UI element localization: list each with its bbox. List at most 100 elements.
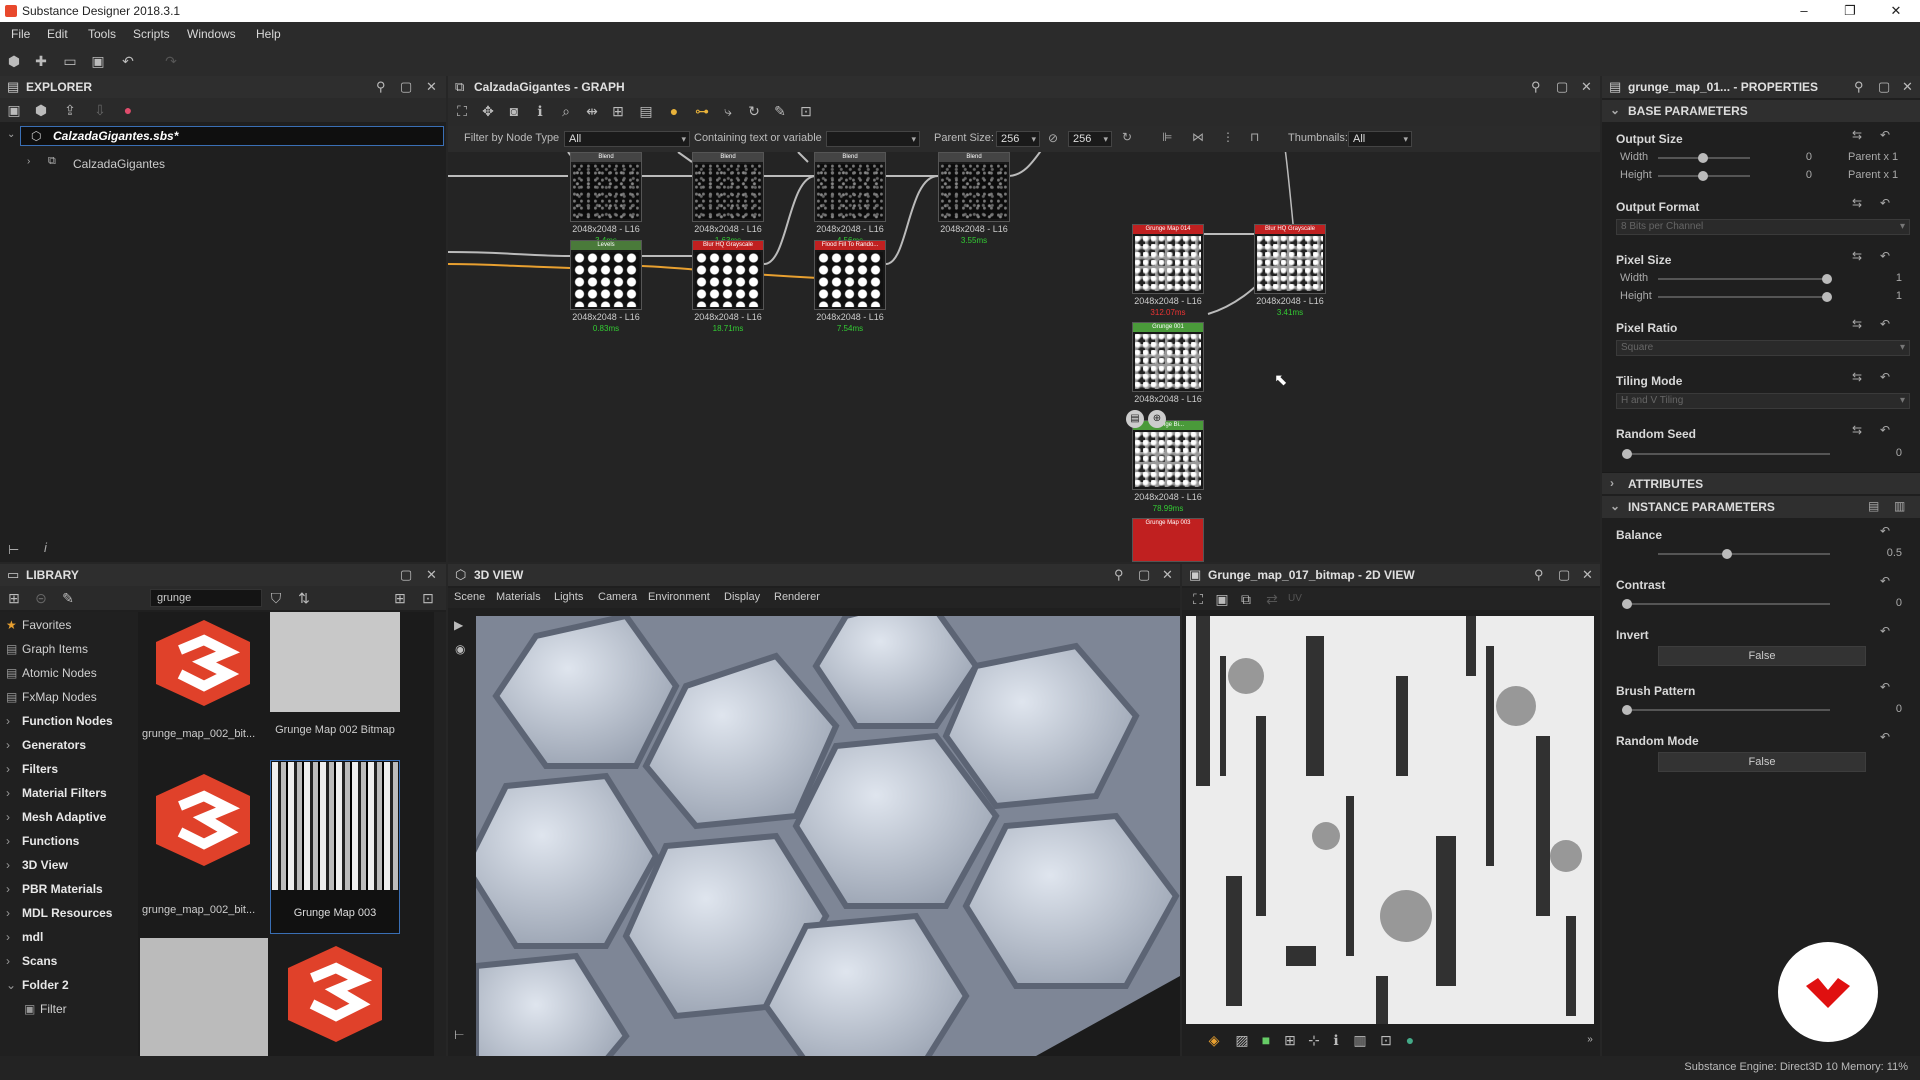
library-tree-item[interactable]: ▣ Filter bbox=[24, 1002, 67, 1016]
graph-node[interactable]: Blur HQ Grayscale bbox=[1254, 224, 1326, 294]
output-height-slider[interactable] bbox=[1658, 171, 1750, 181]
frame-icon[interactable]: ⊡ bbox=[1378, 1032, 1394, 1048]
library-tree-item[interactable]: ★ Favorites bbox=[6, 618, 71, 632]
reset-size-icon[interactable]: ↻ bbox=[1122, 130, 1132, 144]
viewport-3d[interactable] bbox=[476, 616, 1180, 1056]
view3d-menu-display[interactable]: Display bbox=[724, 591, 760, 603]
output-height-value[interactable]: 0 bbox=[1792, 169, 1812, 181]
invert-toggle-button[interactable]: False bbox=[1658, 646, 1866, 666]
graph-node[interactable]: Blend bbox=[814, 152, 886, 222]
close-panel-icon[interactable]: ✕ bbox=[426, 79, 437, 95]
publish-icon[interactable]: ⇪ bbox=[62, 102, 78, 118]
library-tree-item[interactable]: ▤ FxMap Nodes bbox=[6, 690, 97, 704]
parent-size-width-select[interactable]: 256 bbox=[996, 131, 1040, 147]
base-parameters-section[interactable]: ⌄ BASE PARAMETERS bbox=[1602, 100, 1920, 122]
viewport-2d[interactable] bbox=[1186, 616, 1594, 1024]
maximize-button[interactable]: ❐ bbox=[1827, 0, 1873, 22]
copy-icon[interactable]: ⧉ bbox=[1238, 591, 1254, 607]
align-center-icon[interactable]: ⋈ bbox=[1192, 130, 1204, 144]
library-tree-item[interactable]: ⌄ Folder 2 bbox=[6, 978, 69, 992]
contrast-slider[interactable] bbox=[1622, 599, 1830, 609]
library-thumb-5[interactable] bbox=[140, 938, 268, 1056]
menu-file[interactable]: File bbox=[11, 27, 30, 41]
random-mode-toggle-button[interactable]: False bbox=[1658, 752, 1866, 772]
library-search-input[interactable]: grunge bbox=[150, 589, 262, 607]
library-tree-item[interactable]: › Material Filters bbox=[6, 786, 107, 800]
view3d-menu-lights[interactable]: Lights bbox=[554, 591, 583, 603]
tools-icon[interactable]: ✎ bbox=[772, 103, 788, 119]
pixel-width-value[interactable]: 1 bbox=[1882, 272, 1902, 284]
info-icon[interactable]: ℹ bbox=[1328, 1032, 1344, 1048]
close-panel-icon[interactable]: ✕ bbox=[1581, 79, 1592, 95]
library-tree-item[interactable]: › Generators bbox=[6, 738, 86, 752]
fit-icon[interactable]: ⛶ bbox=[1190, 591, 1206, 607]
explorer-package-row[interactable]: ⬡ CalzadaGigantes.sbs* bbox=[20, 126, 444, 146]
menu-help[interactable]: Help bbox=[256, 27, 281, 41]
float-icon[interactable]: ▢ bbox=[1138, 567, 1150, 583]
library-tree-item[interactable]: › Scans bbox=[6, 954, 57, 968]
graph-node[interactable]: Blur HQ Grayscale bbox=[692, 240, 764, 310]
slider-knob[interactable] bbox=[1822, 292, 1832, 302]
menu-tools[interactable]: Tools bbox=[88, 27, 116, 41]
save-package-icon[interactable]: ▣ bbox=[6, 102, 22, 118]
undo-icon[interactable]: ↶ bbox=[120, 53, 136, 69]
new-resource-icon[interactable]: ⬢ bbox=[33, 102, 49, 118]
new-graph-icon[interactable]: ✚ bbox=[33, 53, 49, 69]
layers-icon[interactable]: ◈ bbox=[1206, 1032, 1222, 1048]
library-thumb-1[interactable] bbox=[140, 612, 268, 712]
node-tweak-icon[interactable]: ⊕ bbox=[1148, 410, 1166, 428]
node-comment-icon[interactable]: ▤ bbox=[1126, 410, 1144, 428]
slider-knob[interactable] bbox=[1622, 449, 1632, 459]
filter-icon[interactable]: ⛉ bbox=[268, 590, 284, 606]
output-width-value[interactable]: 0 bbox=[1792, 151, 1812, 163]
inherit-icon[interactable]: ⇆ bbox=[1852, 370, 1862, 384]
graph-node[interactable]: Grunge Bi... bbox=[1132, 420, 1204, 490]
channels-icon[interactable]: ▨ bbox=[1234, 1032, 1250, 1048]
parent-size-height-select[interactable]: 256 bbox=[1068, 131, 1112, 147]
output-height-relation[interactable]: Parent x 1 bbox=[1848, 169, 1898, 181]
tiling-mode-select[interactable]: H and V Tiling bbox=[1616, 393, 1910, 409]
library-tree-item[interactable]: › Function Nodes bbox=[6, 714, 113, 728]
inherit-icon[interactable]: ⇆ bbox=[1852, 423, 1862, 437]
graph-node[interactable]: Flood Fill To Rando... bbox=[814, 240, 886, 310]
library-scrollbar[interactable] bbox=[434, 612, 446, 1056]
library-tree-item[interactable]: › Functions bbox=[6, 834, 79, 848]
collapse-arrow-icon[interactable]: ⌄ bbox=[7, 129, 15, 140]
pixel-height-value[interactable]: 1 bbox=[1882, 290, 1902, 302]
light-icon[interactable]: ◉ bbox=[455, 642, 465, 656]
remove-library-icon[interactable]: ⊝ bbox=[33, 590, 49, 606]
pixel-width-slider[interactable] bbox=[1658, 274, 1832, 284]
dot-icon[interactable]: ⊶ bbox=[694, 103, 710, 119]
pin-icon[interactable]: ⚲ bbox=[1534, 567, 1544, 583]
color-icon[interactable]: ■ bbox=[1258, 1032, 1274, 1048]
float-icon[interactable]: ▢ bbox=[1878, 79, 1890, 95]
contain-text-select[interactable] bbox=[826, 131, 920, 147]
frame-icon[interactable]: ▤ bbox=[638, 103, 654, 119]
inherit-icon[interactable]: ⇆ bbox=[1852, 249, 1862, 263]
reset-icon[interactable]: ↶ bbox=[1880, 249, 1890, 263]
reset-icon[interactable]: ↶ bbox=[1880, 370, 1890, 384]
close-panel-icon[interactable]: ✕ bbox=[1582, 567, 1593, 583]
instance-parameters-section[interactable]: ⌄ INSTANCE PARAMETERS ▤ ▥ bbox=[1602, 496, 1920, 518]
open-folder-icon[interactable]: ▭ bbox=[62, 53, 78, 69]
graph-node[interactable]: Grunge Map 014 bbox=[1132, 224, 1204, 294]
camera-icon[interactable]: ▶ bbox=[454, 618, 463, 632]
library-thumb-2[interactable] bbox=[270, 612, 400, 712]
menu-windows[interactable]: Windows bbox=[187, 27, 236, 41]
connect-icon[interactable]: ⤷ bbox=[720, 103, 736, 119]
link-icon[interactable]: ● bbox=[120, 102, 136, 118]
reset-icon[interactable]: ↶ bbox=[1880, 730, 1890, 744]
output-format-select[interactable]: 8 Bits per Channel bbox=[1616, 219, 1910, 235]
library-tree-item[interactable]: › PBR Materials bbox=[6, 882, 103, 896]
slider-knob[interactable] bbox=[1698, 171, 1708, 181]
save-image-icon[interactable]: ▣ bbox=[1214, 591, 1230, 607]
inherit-icon[interactable]: ⇆ bbox=[1852, 196, 1862, 210]
graph-node[interactable]: Grunge Map 003 bbox=[1132, 518, 1204, 562]
reset-all-icon[interactable]: ▥ bbox=[1894, 499, 1905, 513]
filter-node-type-select[interactable]: All bbox=[564, 131, 690, 147]
pixel-ratio-select[interactable]: Square bbox=[1616, 340, 1910, 356]
library-thumb-6[interactable] bbox=[270, 938, 400, 1056]
graph-node[interactable]: Levels bbox=[570, 240, 642, 310]
more-icon[interactable]: » bbox=[1582, 1032, 1598, 1048]
slider-knob[interactable] bbox=[1622, 705, 1632, 715]
